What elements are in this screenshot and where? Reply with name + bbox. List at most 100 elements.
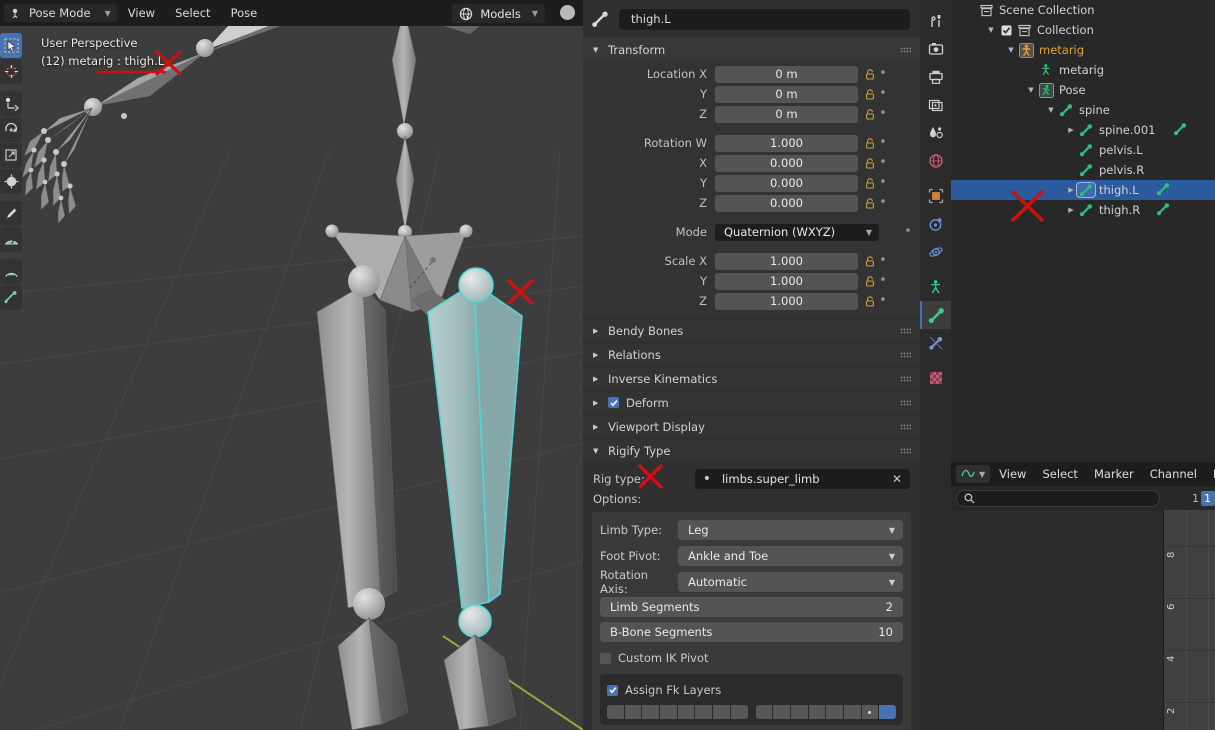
outliner-row-pelvis-r[interactable]: pelvis.R bbox=[951, 160, 1215, 180]
chevron-down-icon[interactable]: ▼ bbox=[1045, 106, 1057, 114]
deform-section[interactable]: ▶ Deform bbox=[583, 390, 920, 414]
lock-icon[interactable] bbox=[863, 275, 876, 287]
move-tool[interactable] bbox=[0, 91, 22, 116]
outliner-editor[interactable]: Scene Collection ▼ Collection ▼ metarig metar… bbox=[951, 0, 1215, 462]
rotation-axis-row[interactable]: Rotation Axis: Automatic ▼ bbox=[600, 568, 903, 596]
fk-layer-right-cell-5[interactable] bbox=[826, 705, 844, 719]
lock-icon[interactable] bbox=[863, 295, 876, 307]
inverse-kinematics-section[interactable]: ▶ Inverse Kinematics bbox=[583, 366, 920, 390]
rotation-y-row[interactable]: Y 0.000 • bbox=[583, 174, 920, 192]
bone-constraint-tab[interactable] bbox=[920, 329, 951, 357]
current-frame-indicator[interactable]: 1 1 bbox=[1192, 490, 1215, 507]
properties-editor[interactable]: thigh.L ▼ Transform Location X 0 m • Y 0… bbox=[583, 0, 920, 730]
outliner-row-collection[interactable]: ▼ Collection bbox=[951, 20, 1215, 40]
chevron-down-icon[interactable]: ▼ bbox=[985, 26, 997, 34]
editor-type-selector[interactable]: ▼ bbox=[956, 465, 991, 483]
rotation-mode-dropdown[interactable]: Quaternion (WXYZ) ▼ bbox=[715, 223, 879, 241]
rig-type-field[interactable]: • limbs.super_limb ✕ bbox=[694, 469, 910, 489]
rig-type-row[interactable]: Rig type: • limbs.super_limb ✕ bbox=[583, 468, 920, 490]
tweak-select-tool[interactable] bbox=[0, 33, 22, 58]
assign-fk-layers-checkbox[interactable] bbox=[607, 684, 618, 696]
location-y-row[interactable]: Y 0 m • bbox=[583, 85, 920, 103]
lock-icon[interactable] bbox=[863, 177, 876, 189]
world-tab[interactable] bbox=[920, 147, 951, 175]
outliner-row-spine-001[interactable]: ▶ spine.001 bbox=[951, 120, 1215, 140]
foot-pivot-dropdown[interactable]: Ankle and Toe ▼ bbox=[678, 546, 903, 566]
texture-tab[interactable] bbox=[920, 364, 951, 392]
deform-checkbox[interactable] bbox=[608, 397, 619, 408]
rotation-z-field[interactable]: 0.000 bbox=[715, 194, 858, 212]
dope-search-input[interactable] bbox=[956, 490, 1160, 507]
bone-roll-tool[interactable] bbox=[0, 285, 22, 310]
menu-view[interactable]: View bbox=[119, 4, 164, 22]
fk-layer-left-cell-1[interactable] bbox=[607, 705, 625, 719]
measure-tool[interactable] bbox=[0, 227, 22, 252]
bbone-segments-slider[interactable]: B-Bone Segments 10 bbox=[600, 622, 903, 642]
rotation-mode-row[interactable]: Mode Quaternion (WXYZ) ▼ • bbox=[583, 223, 920, 241]
location-z-row[interactable]: Z 0 m • bbox=[583, 105, 920, 123]
outliner-row-metarig[interactable]: metarig bbox=[951, 60, 1215, 80]
chevron-down-icon[interactable]: ▼ bbox=[1025, 86, 1037, 94]
viewport-shading-ball[interactable] bbox=[560, 5, 575, 20]
outliner-row-pelvis-l[interactable]: pelvis.L bbox=[951, 140, 1215, 160]
cursor-tool[interactable] bbox=[0, 59, 22, 84]
close-icon[interactable]: ✕ bbox=[892, 472, 902, 486]
animate-dot[interactable]: • bbox=[876, 156, 890, 169]
animate-dot[interactable]: • bbox=[876, 67, 890, 80]
lock-icon[interactable] bbox=[863, 137, 876, 149]
animate-dot[interactable]: • bbox=[876, 136, 890, 149]
fk-layer-left-cell-3[interactable] bbox=[642, 705, 661, 719]
animate-dot[interactable]: • bbox=[876, 87, 890, 100]
lock-icon[interactable] bbox=[863, 88, 876, 100]
fk-layer-right-cell-6[interactable] bbox=[843, 705, 862, 719]
foot-pivot-row[interactable]: Foot Pivot: Ankle and Toe ▼ bbox=[600, 545, 903, 567]
transform-panel-header[interactable]: ▼ Transform bbox=[583, 38, 920, 61]
dope-sheet-editor[interactable]: ▼ View Select Marker Channel Key 1 1 8 6 4… bbox=[951, 462, 1215, 730]
custom-ik-pivot-checkbox[interactable] bbox=[600, 652, 611, 664]
rotation-w-row[interactable]: Rotation W 1.000 • bbox=[583, 134, 920, 152]
output-tab[interactable] bbox=[920, 63, 951, 91]
outliner-row-spine[interactable]: ▼ spine bbox=[951, 100, 1215, 120]
fk-layer-left-cell-6[interactable] bbox=[695, 705, 714, 719]
viewport-display-section[interactable]: ▶ Viewport Display bbox=[583, 414, 920, 438]
lock-icon[interactable] bbox=[863, 108, 876, 120]
dope-keyframe-grid[interactable]: 8 6 4 2 bbox=[1164, 510, 1215, 730]
bone-tab[interactable] bbox=[920, 301, 951, 329]
lock-icon[interactable] bbox=[863, 68, 876, 80]
scene-tab[interactable] bbox=[920, 119, 951, 147]
rigify-type-section[interactable]: ▼ Rigify Type bbox=[583, 438, 920, 462]
animate-dot[interactable]: • bbox=[876, 274, 890, 287]
view-layer-tab[interactable] bbox=[920, 91, 951, 119]
fk-layer-left-cell-8[interactable] bbox=[730, 705, 748, 719]
3d-viewport[interactable]: Pose Mode ▼ View Select Pose Models ▼ Us… bbox=[0, 0, 583, 730]
dope-menu-select[interactable]: Select bbox=[1035, 465, 1084, 483]
physics-tab[interactable] bbox=[920, 238, 951, 266]
bone-name-field[interactable]: thigh.L bbox=[619, 8, 910, 30]
fk-layer-group-left[interactable] bbox=[607, 705, 748, 719]
rotation-w-field[interactable]: 1.000 bbox=[715, 134, 858, 152]
fk-layer-right-cell-3[interactable] bbox=[790, 705, 809, 719]
mode-selector[interactable]: Pose Mode ▼ bbox=[4, 4, 117, 22]
animate-dot[interactable]: • bbox=[901, 225, 915, 238]
fk-layer-right-cell-8[interactable] bbox=[879, 705, 896, 719]
fk-layer-right-cell-2[interactable] bbox=[773, 705, 791, 719]
chevron-right-icon[interactable]: ▶ bbox=[1065, 206, 1077, 214]
fk-layer-right-cell-7[interactable] bbox=[861, 705, 880, 719]
tool-tab[interactable] bbox=[920, 7, 951, 35]
bendy-bones-section[interactable]: ▶ Bendy Bones bbox=[583, 318, 920, 342]
menu-pose[interactable]: Pose bbox=[222, 4, 267, 22]
fk-layer-left-cell-5[interactable] bbox=[677, 705, 696, 719]
lock-icon[interactable] bbox=[863, 197, 876, 209]
location-y-field[interactable]: 0 m bbox=[715, 85, 858, 103]
dope-menu-channel[interactable]: Channel bbox=[1143, 465, 1204, 483]
outliner-row-pose[interactable]: ▼ Pose bbox=[951, 80, 1215, 100]
outliner-row-metarig[interactable]: ▼ metarig bbox=[951, 40, 1215, 60]
scale-y-field[interactable]: 1.000 bbox=[715, 272, 858, 290]
custom-ik-pivot-row[interactable]: Custom IK Pivot bbox=[600, 647, 903, 669]
rotation-x-row[interactable]: X 0.000 • bbox=[583, 154, 920, 172]
outliner-row-scene-collection[interactable]: Scene Collection bbox=[951, 0, 1215, 20]
dope-channel-list[interactable] bbox=[951, 510, 1164, 730]
scale-y-row[interactable]: Y 1.000 • bbox=[583, 272, 920, 290]
animate-dot[interactable]: • bbox=[876, 107, 890, 120]
scale-x-row[interactable]: Scale X 1.000 • bbox=[583, 252, 920, 270]
